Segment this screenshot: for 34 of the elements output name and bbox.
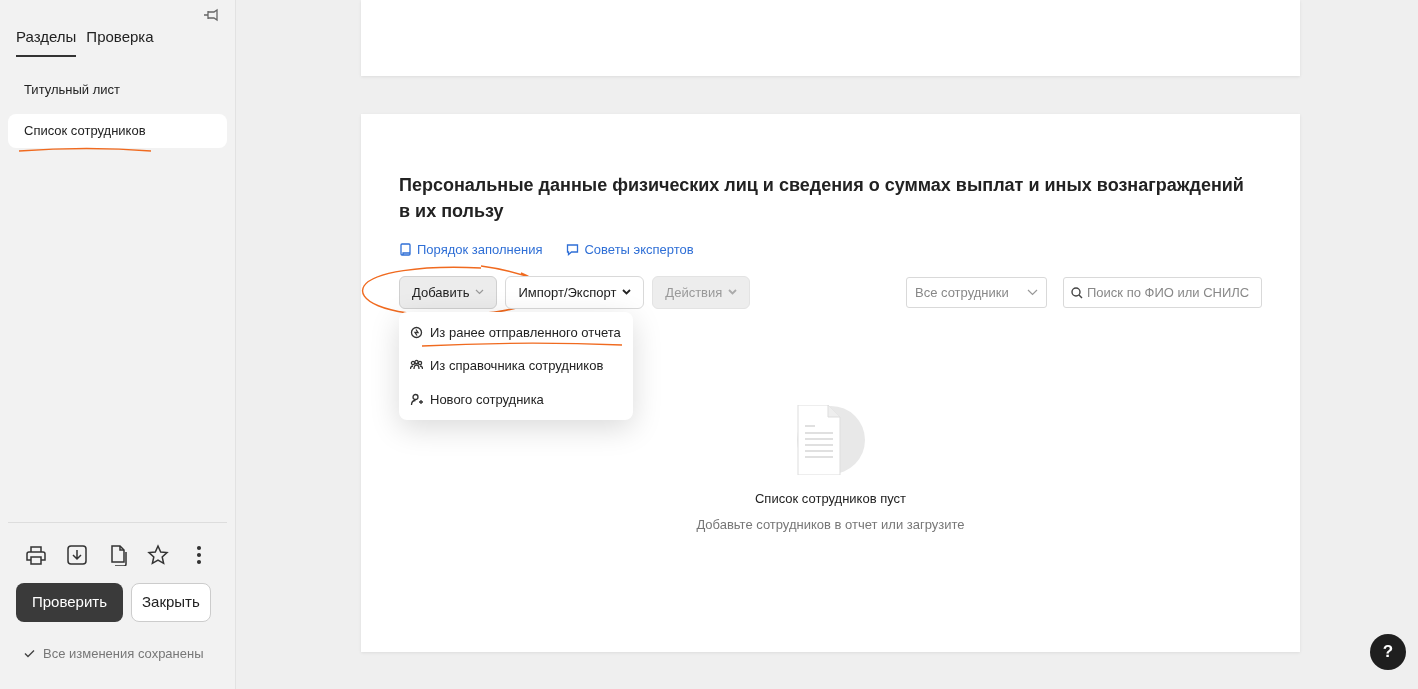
chat-icon <box>566 243 580 257</box>
check-button[interactable]: Проверить <box>16 583 123 622</box>
save-status: Все изменения сохранены <box>43 644 204 663</box>
person-add-icon <box>410 392 423 406</box>
empty-state-title: Список сотрудников пуст <box>755 490 906 509</box>
sidebar-item[interactable]: Список сотрудников <box>8 114 227 148</box>
help-button[interactable]: ? <box>1370 634 1406 670</box>
section-title: Персональные данные физических лиц и сведения о суммах выплат и иных вознаграждений в их пользу <box>399 174 1245 224</box>
star-icon[interactable] <box>147 544 170 566</box>
close-button[interactable]: Закрыть <box>131 583 211 622</box>
employee-filter-select[interactable]: Все сотрудники <box>906 276 1047 308</box>
menu-item[interactable]: Нового сотрудника <box>399 382 633 417</box>
empty-document-icon <box>795 405 866 476</box>
caret-icon <box>475 289 485 296</box>
toolbar-dropdown-button[interactable]: Импорт/Экспорт <box>505 275 645 310</box>
menu-item[interactable]: Из ранее отправленного отчета <box>399 315 633 350</box>
pin-icon[interactable] <box>203 8 219 22</box>
caret-icon <box>622 289 632 296</box>
sidebar-tab[interactable]: Проверка <box>86 26 154 57</box>
toolbar-dropdown-button[interactable]: Добавить <box>399 275 498 310</box>
sidebar-tab[interactable]: Разделы <box>16 26 77 57</box>
chevron-icon <box>1027 288 1038 296</box>
menu-item[interactable]: Из справочника сотрудников <box>399 349 633 383</box>
printer-icon[interactable] <box>25 544 47 566</box>
report-icon <box>410 325 423 339</box>
sidebar-item[interactable]: Титульный лист <box>8 72 227 106</box>
check-icon <box>24 648 35 658</box>
caret-icon <box>728 289 738 296</box>
empty-state-text: Добавьте сотрудников в отчет или загрузите <box>696 515 965 534</box>
help-link[interactable]: Советы экспертов <box>566 240 694 260</box>
download-icon[interactable] <box>65 544 88 566</box>
book-icon <box>399 243 412 257</box>
search-field[interactable]: Поиск по ФИО или СНИЛС <box>1063 276 1262 308</box>
help-link[interactable]: Порядок заполнения <box>399 240 543 260</box>
